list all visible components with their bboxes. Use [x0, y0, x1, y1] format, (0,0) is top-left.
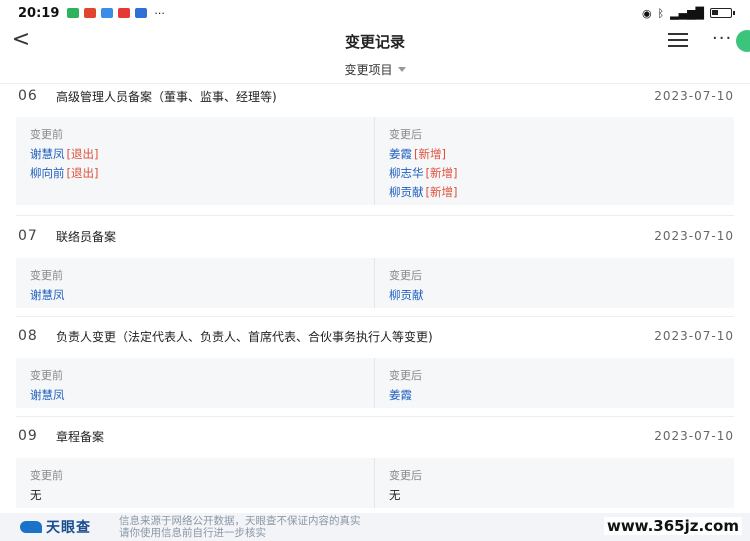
record-header: 09 章程备案 2023-07-10 [0, 423, 750, 449]
search-app-icon [135, 8, 148, 18]
after-column: 变更后 姜霞 [374, 358, 734, 408]
after-entry: 姜霞 [新增] [389, 145, 720, 164]
record-number: 08 [18, 328, 38, 344]
watermark: www.365jz.com [603, 517, 742, 535]
footer-bar: 天眼查 信息来源于网络公开数据，天眼查不保证内容的真实 请你使用信息前自行进一步… [0, 513, 750, 541]
brand-logo: 天眼查 [20, 517, 91, 537]
page-title: 变更记录 [344, 32, 405, 51]
record-detail-box: 变更前 谢慧凤 变更后 柳贡献 [16, 258, 734, 308]
before-label: 变更前 [30, 128, 63, 141]
record-number: 07 [18, 228, 38, 244]
person-link[interactable]: 柳贡献 [389, 288, 424, 302]
after-entry: 无 [389, 486, 720, 505]
person-link[interactable]: 姜霞 [389, 147, 412, 161]
after-label: 变更后 [389, 469, 422, 482]
more-notifications-icon: ··· [154, 6, 165, 20]
before-column: 变更前 无 [16, 458, 374, 508]
list-menu-icon[interactable] [668, 33, 688, 49]
before-entry: 谢慧凤 [退出] [30, 145, 360, 164]
record-title: 负责人变更（法定代表人、负责人、首席代表、合伙事务执行人等变更) [56, 329, 433, 344]
record-divider [16, 416, 734, 417]
change-record: 08 负责人变更（法定代表人、负责人、首席代表、合伙事务执行人等变更) 2023… [0, 323, 750, 349]
signal-icon: ▂▄▆█ [670, 6, 704, 20]
notification-icons: ··· [67, 7, 165, 20]
record-header: 06 高级管理人员备案（董事、监事、经理等) 2023-07-10 [0, 83, 750, 109]
before-column: 变更前 谢慧凤 [16, 358, 374, 408]
back-button[interactable]: < [10, 26, 32, 56]
change-item-filter[interactable]: 变更项目 [0, 56, 750, 84]
more-options-button[interactable]: ··· [712, 26, 738, 56]
record-number: 09 [18, 428, 38, 444]
chevron-down-icon [397, 67, 406, 72]
after-label: 变更后 [389, 128, 422, 141]
after-entry: 柳志华 [新增] [389, 164, 720, 183]
record-title: 联络员备案 [56, 229, 117, 244]
status-tag: [退出] [66, 147, 99, 161]
before-entry: 柳向前 [退出] [30, 164, 360, 183]
person-link[interactable]: 柳贡献 [389, 185, 424, 199]
status-tag: [新增] [425, 166, 458, 180]
record-date: 2023-07-10 [654, 229, 734, 243]
eye-icon: ◉ [641, 6, 652, 20]
before-label: 变更前 [30, 269, 63, 282]
record-divider [16, 316, 734, 317]
after-column: 变更后 姜霞 [新增] 柳志华 [新增] 柳贡献 [新增] [374, 117, 734, 205]
before-entry: 无 [30, 486, 360, 505]
person-link[interactable]: 柳向前 [30, 166, 65, 180]
logo-text: 天眼查 [46, 520, 91, 536]
record-detail-box: 变更前 无 变更后 无 [16, 458, 734, 508]
video-app-icon [118, 8, 131, 18]
before-column: 变更前 谢慧凤 [16, 258, 374, 308]
record-title: 章程备案 [56, 429, 105, 444]
change-record: 06 高级管理人员备案（董事、监事、经理等) 2023-07-10 [0, 83, 750, 109]
change-record: 09 章程备案 2023-07-10 [0, 423, 750, 449]
record-title: 高级管理人员备案（董事、监事、经理等) [56, 89, 277, 104]
record-header: 08 负责人变更（法定代表人、负责人、首席代表、合伙事务执行人等变更) 2023… [0, 323, 750, 349]
battery-icon [710, 8, 735, 18]
bluetooth-icon: ᛒ [657, 6, 665, 20]
status-time: 20:19 [18, 5, 60, 21]
after-entry: 柳贡献 [新增] [389, 183, 720, 202]
browser-app-icon [101, 8, 114, 18]
before-label: 变更前 [30, 369, 63, 382]
record-detail-box: 变更前 谢慧凤 变更后 姜霞 [16, 358, 734, 408]
disclaimer-line-2: 请你使用信息前自行进一步核实 [119, 527, 266, 539]
record-date: 2023-07-10 [654, 429, 734, 443]
record-detail-box: 变更前 谢慧凤 [退出] 柳向前 [退出] 变更后 姜霞 [新增] 柳志华 [新增] 柳… [16, 117, 734, 205]
filter-label: 变更项目 [344, 63, 393, 77]
after-label: 变更后 [389, 369, 422, 382]
status-tag: [退出] [66, 166, 99, 180]
person-link[interactable]: 柳志华 [389, 166, 424, 180]
record-divider [16, 215, 734, 216]
record-number: 06 [18, 88, 38, 104]
person-link[interactable]: 谢慧凤 [30, 288, 65, 302]
person-link[interactable]: 姜霞 [389, 388, 412, 402]
after-entry: 柳贡献 [389, 286, 720, 305]
nav-header: < 变更记录 ··· [0, 26, 750, 56]
eye-logo-icon [20, 521, 42, 533]
status-bar: 20:19 ··· ◉ ᛒ ▂▄▆█ [0, 0, 750, 26]
record-header: 07 联络员备案 2023-07-10 [0, 223, 750, 249]
record-date: 2023-07-10 [654, 89, 734, 103]
person-link[interactable]: 谢慧凤 [30, 147, 65, 161]
disclaimer: 信息来源于网络公开数据，天眼查不保证内容的真实 请你使用信息前自行进一步核实 [119, 515, 361, 539]
after-column: 变更后 柳贡献 [374, 258, 734, 308]
before-entry: 谢慧凤 [30, 286, 360, 305]
status-tag: [新增] [414, 147, 446, 161]
empty-value: 无 [30, 488, 42, 502]
news-app-icon [84, 8, 97, 18]
disclaimer-line-1: 信息来源于网络公开数据，天眼查不保证内容的真实 [119, 515, 361, 527]
change-record: 07 联络员备案 2023-07-10 [0, 223, 750, 249]
person-link[interactable]: 谢慧凤 [30, 388, 65, 402]
after-column: 变更后 无 [374, 458, 734, 508]
before-entry: 谢慧凤 [30, 386, 360, 405]
after-label: 变更后 [389, 269, 422, 282]
status-tag: [新增] [425, 185, 458, 199]
before-column: 变更前 谢慧凤 [退出] 柳向前 [退出] [16, 117, 374, 205]
empty-value: 无 [389, 488, 401, 502]
before-label: 变更前 [30, 469, 63, 482]
after-entry: 姜霞 [389, 386, 720, 405]
record-date: 2023-07-10 [654, 329, 734, 343]
chat-app-icon [67, 8, 80, 18]
